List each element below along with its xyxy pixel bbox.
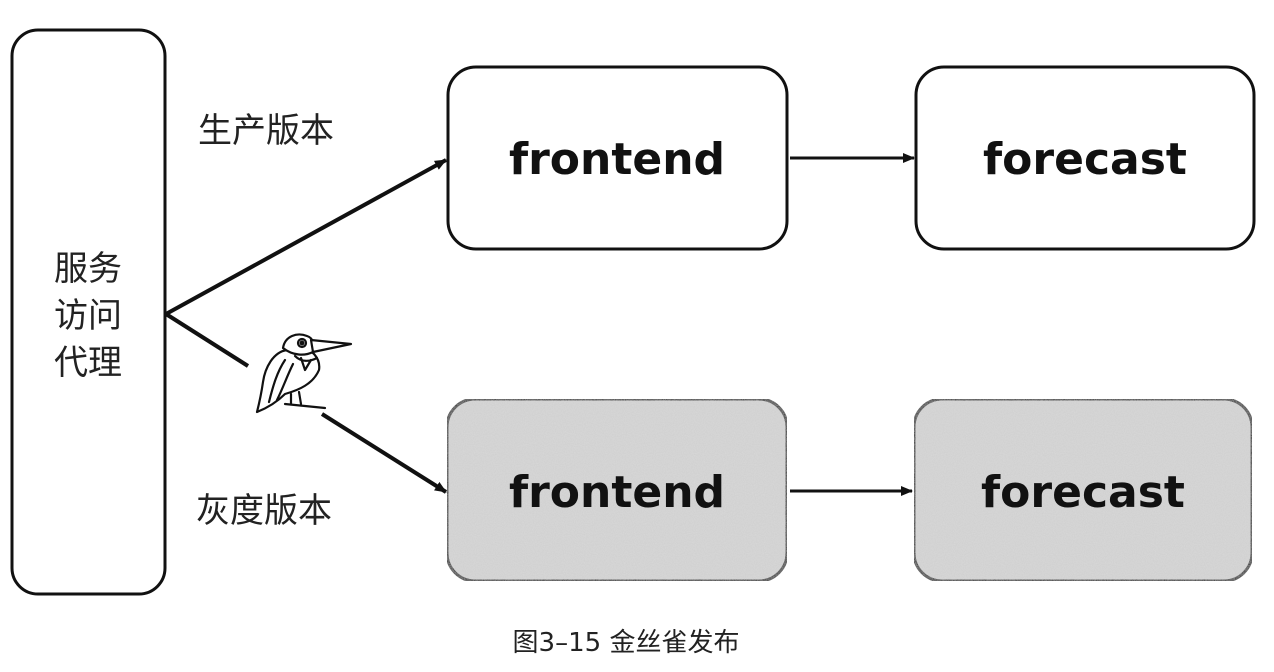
arrow-proxy-to-bird [164, 312, 250, 368]
production-frontend-box: frontend [446, 65, 789, 251]
production-forecast-box: forecast [914, 65, 1256, 251]
proxy-label-line-1: 服务 [54, 249, 122, 289]
proxy-box: 服务 访问 代理 [10, 28, 167, 596]
canary-forecast-box: forecast [912, 397, 1254, 583]
proxy-label-line-2: 访问 [54, 296, 122, 336]
figure-caption: 图3–15 金丝雀发布 [513, 628, 740, 658]
kingfisher-bird-icon [255, 333, 353, 414]
arrow-bird-to-canary [320, 412, 448, 494]
canary-forecast-label: forecast [981, 467, 1185, 518]
canary-release-diagram: 服务 访问 代理 生产版本 灰度版本 frontend forecast fro… [10, 28, 1256, 658]
production-version-label: 生产版本 [198, 111, 334, 151]
canary-version-label: 灰度版本 [196, 491, 332, 531]
proxy-label-line-3: 代理 [54, 343, 122, 383]
canary-frontend-label: frontend [509, 467, 725, 518]
canary-frontend-box: frontend [445, 397, 789, 583]
production-frontend-label: frontend [509, 134, 725, 185]
arrow-proxy-to-production [165, 158, 447, 316]
production-forecast-label: forecast [983, 134, 1187, 185]
